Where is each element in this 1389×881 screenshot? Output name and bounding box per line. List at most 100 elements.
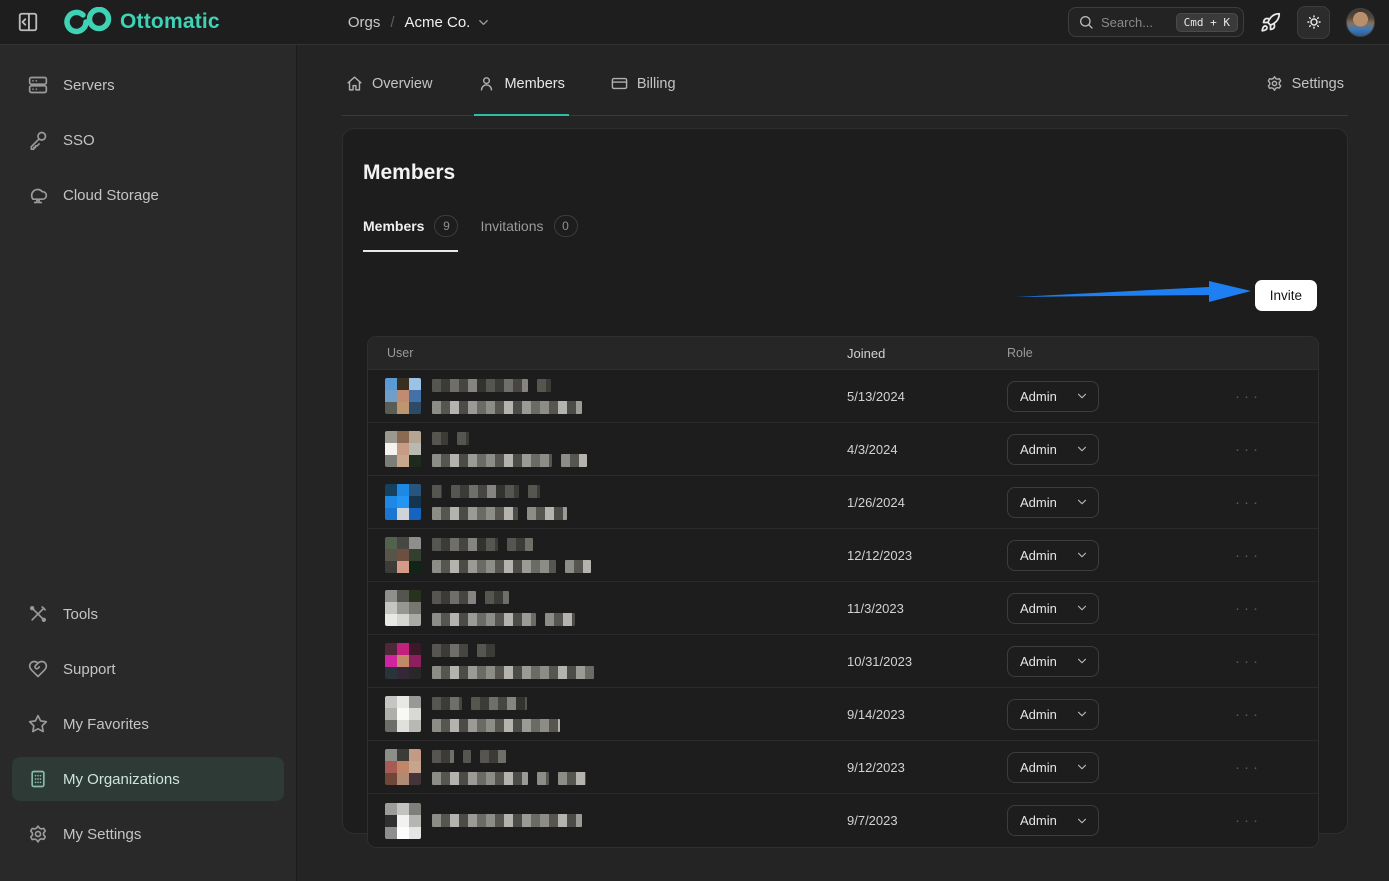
member-avatar xyxy=(385,590,421,626)
redacted-text xyxy=(432,401,582,414)
sidebar-collapse-icon[interactable] xyxy=(16,10,40,34)
row-actions-menu[interactable]: ··· xyxy=(1235,389,1262,404)
table-row: 5/13/2024Admin··· xyxy=(368,370,1318,423)
table-row: 10/31/2023Admin··· xyxy=(368,635,1318,688)
user-avatar[interactable] xyxy=(1346,8,1375,37)
member-avatar xyxy=(385,537,421,573)
sidebar-item-servers[interactable]: Servers xyxy=(12,63,284,107)
role-dropdown[interactable]: Admin xyxy=(1007,805,1099,836)
role-dropdown[interactable]: Admin xyxy=(1007,381,1099,412)
cell-user xyxy=(368,431,847,467)
row-actions-menu[interactable]: ··· xyxy=(1235,707,1262,722)
org-switcher[interactable]: Acme Co. xyxy=(405,14,492,31)
cell-joined-date: 9/14/2023 xyxy=(847,707,1007,722)
card-icon xyxy=(611,75,628,92)
cell-joined-date: 12/12/2023 xyxy=(847,548,1007,563)
row-actions-menu[interactable]: ··· xyxy=(1235,495,1262,510)
org-tabs: Overview Members Billing xyxy=(342,75,680,115)
rocket-button[interactable] xyxy=(1260,12,1281,33)
redacted-text xyxy=(432,613,575,626)
cell-role: Admin ··· xyxy=(1007,699,1318,730)
breadcrumb-orgs-link[interactable]: Orgs xyxy=(348,14,381,31)
role-dropdown[interactable]: Admin xyxy=(1007,752,1099,783)
role-dropdown[interactable]: Admin xyxy=(1007,540,1099,571)
redacted-text xyxy=(432,772,586,785)
invite-button[interactable]: Invite xyxy=(1255,280,1317,311)
chevron-down-icon xyxy=(476,15,491,30)
cell-user xyxy=(368,537,847,573)
search-shortcut-badge: Cmd + K xyxy=(1176,13,1238,32)
cell-role: Admin ··· xyxy=(1007,646,1318,677)
member-identity xyxy=(432,485,567,520)
chevron-down-icon xyxy=(1075,814,1089,828)
cell-user xyxy=(368,696,847,732)
row-actions-menu[interactable]: ··· xyxy=(1235,548,1262,563)
role-value: Admin xyxy=(1020,442,1057,457)
table-row: 11/3/2023Admin ··· xyxy=(368,582,1318,635)
tab-settings[interactable]: Settings xyxy=(1262,75,1348,116)
table-body: 5/13/2024Admin···4/3/2024Admin···1/26/20… xyxy=(368,370,1318,847)
tab-label: Billing xyxy=(637,76,676,92)
table-header: User Joined Role xyxy=(368,337,1318,370)
tab-billing[interactable]: Billing xyxy=(607,75,680,116)
cell-joined-date: 11/3/2023 xyxy=(847,601,1007,616)
sidebar-item-support[interactable]: Support xyxy=(12,647,284,691)
sidebar-item-my-favorites[interactable]: My Favorites xyxy=(12,702,284,746)
gear-icon xyxy=(1266,75,1283,92)
redacted-text xyxy=(432,719,560,732)
sidebar-item-label: Tools xyxy=(63,606,98,623)
role-value: Admin xyxy=(1020,707,1057,722)
cell-joined-date: 1/26/2024 xyxy=(847,495,1007,510)
row-actions-menu[interactable]: ··· xyxy=(1235,654,1262,669)
app-logo[interactable]: Ottomatic xyxy=(62,7,220,37)
role-dropdown[interactable]: Admin xyxy=(1007,593,1099,624)
sidebar-item-sso[interactable]: SSO xyxy=(12,118,284,162)
member-avatar xyxy=(385,378,421,414)
role-dropdown[interactable]: Admin xyxy=(1007,646,1099,677)
chevron-down-icon xyxy=(1075,760,1089,774)
main-content: OverviewMembersBilling Settings Members … xyxy=(297,45,1389,881)
cell-role: Admin ··· xyxy=(1007,434,1318,465)
subtab-count-badge: 9 xyxy=(434,215,458,237)
table-row: 9/7/2023Admin ··· xyxy=(368,794,1318,847)
row-actions-menu[interactable]: ··· xyxy=(1235,442,1262,457)
tab-label: Members xyxy=(504,76,564,92)
member-avatar xyxy=(385,484,421,520)
current-org-name: Acme Co. xyxy=(405,14,471,31)
sidebar-item-label: My Organizations xyxy=(63,771,180,788)
column-header-role: Role xyxy=(1007,346,1318,360)
subtab-members[interactable]: Members9 xyxy=(363,215,458,252)
sidebar-bottom-group: Tools Support My Favorites My Organizations… xyxy=(12,592,284,867)
row-actions-menu[interactable]: ··· xyxy=(1235,813,1262,828)
search-input[interactable]: Search... Cmd + K xyxy=(1068,7,1244,37)
tab-settings-label: Settings xyxy=(1292,76,1344,92)
tab-members[interactable]: Members xyxy=(474,75,568,116)
sidebar-item-label: Cloud Storage xyxy=(63,187,159,204)
cell-role: Admin ··· xyxy=(1007,593,1318,624)
chevron-down-icon xyxy=(1075,707,1089,721)
star-icon xyxy=(28,714,48,734)
cell-joined-date: 9/7/2023 xyxy=(847,813,1007,828)
role-value: Admin xyxy=(1020,760,1057,775)
role-dropdown[interactable]: Admin xyxy=(1007,434,1099,465)
gear-icon xyxy=(28,824,48,844)
redacted-text xyxy=(432,814,582,827)
subtab-invitations[interactable]: Invitations0 xyxy=(480,215,577,252)
tab-overview[interactable]: Overview xyxy=(342,75,436,116)
chevron-down-icon xyxy=(1075,389,1089,403)
sun-icon xyxy=(1305,13,1323,31)
sidebar-item-tools[interactable]: Tools xyxy=(12,592,284,636)
row-actions-menu[interactable]: ··· xyxy=(1235,760,1262,775)
member-identity xyxy=(432,538,591,573)
row-actions-menu[interactable]: ··· xyxy=(1235,601,1262,616)
sidebar-item-my-settings[interactable]: My Settings xyxy=(12,812,284,856)
rocket-icon xyxy=(1260,12,1281,33)
member-identity xyxy=(432,697,560,732)
theme-toggle-button[interactable] xyxy=(1297,6,1330,39)
redacted-text xyxy=(432,591,575,604)
sidebar-item-my-organizations[interactable]: My Organizations xyxy=(12,757,284,801)
role-dropdown[interactable]: Admin xyxy=(1007,487,1099,518)
member-avatar xyxy=(385,431,421,467)
sidebar-item-cloud-storage[interactable]: Cloud Storage xyxy=(12,173,284,217)
role-dropdown[interactable]: Admin xyxy=(1007,699,1099,730)
